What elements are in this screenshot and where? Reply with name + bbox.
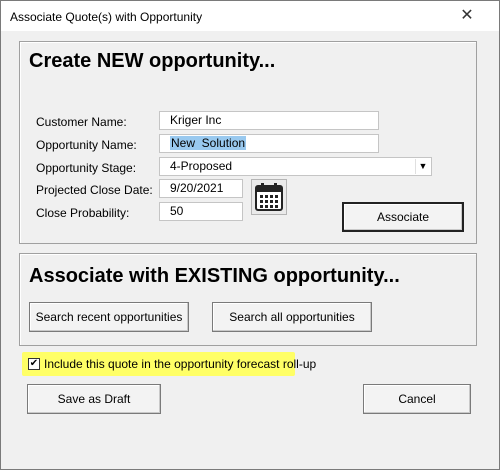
opportunity-stage-select[interactable]: 4-Proposed ▼ (159, 157, 432, 176)
existing-opportunity-heading: Associate with EXISTING opportunity... (29, 265, 400, 287)
projected-close-date-input[interactable]: 9/20/2021 (159, 179, 243, 198)
dialog-window: Associate Quote(s) with Opportunity ✕ Cr… (0, 0, 500, 470)
opportunity-name-value: New Solution (170, 136, 247, 150)
search-recent-button[interactable]: Search recent opportunities (29, 302, 189, 332)
close-probability-label: Close Probability: (36, 206, 130, 220)
forecast-checkbox[interactable]: ✔ (28, 358, 40, 370)
associate-button[interactable]: Associate (342, 202, 464, 232)
opportunity-stage-value: 4-Proposed (170, 159, 233, 173)
customer-name-input[interactable]: Kriger Inc (159, 111, 379, 130)
opportunity-name-input[interactable]: New Solution (159, 134, 379, 153)
opportunity-stage-label: Opportunity Stage: (36, 161, 137, 175)
close-probability-value: 50 (170, 204, 184, 218)
projected-close-date-value: 9/20/2021 (170, 181, 224, 195)
save-as-draft-button[interactable]: Save as Draft (27, 384, 161, 414)
cancel-button[interactable]: Cancel (363, 384, 471, 414)
calendar-button[interactable] (251, 179, 287, 215)
close-probability-input[interactable]: 50 (159, 202, 243, 221)
close-icon[interactable]: ✕ (457, 5, 477, 25)
new-opportunity-heading: Create NEW opportunity... (29, 50, 276, 72)
search-all-button[interactable]: Search all opportunities (212, 302, 372, 332)
calendar-icon (255, 183, 283, 211)
title-bar: Associate Quote(s) with Opportunity ✕ (1, 1, 499, 31)
opportunity-name-label: Opportunity Name: (36, 138, 137, 152)
chevron-down-icon[interactable]: ▼ (415, 159, 430, 174)
window-title: Associate Quote(s) with Opportunity (10, 10, 203, 24)
customer-name-value: Kriger Inc (170, 113, 222, 127)
projected-close-date-label: Projected Close Date: (36, 183, 153, 197)
forecast-checkbox-label[interactable]: Include this quote in the opportunity fo… (44, 357, 316, 371)
customer-name-label: Customer Name: (36, 115, 127, 129)
